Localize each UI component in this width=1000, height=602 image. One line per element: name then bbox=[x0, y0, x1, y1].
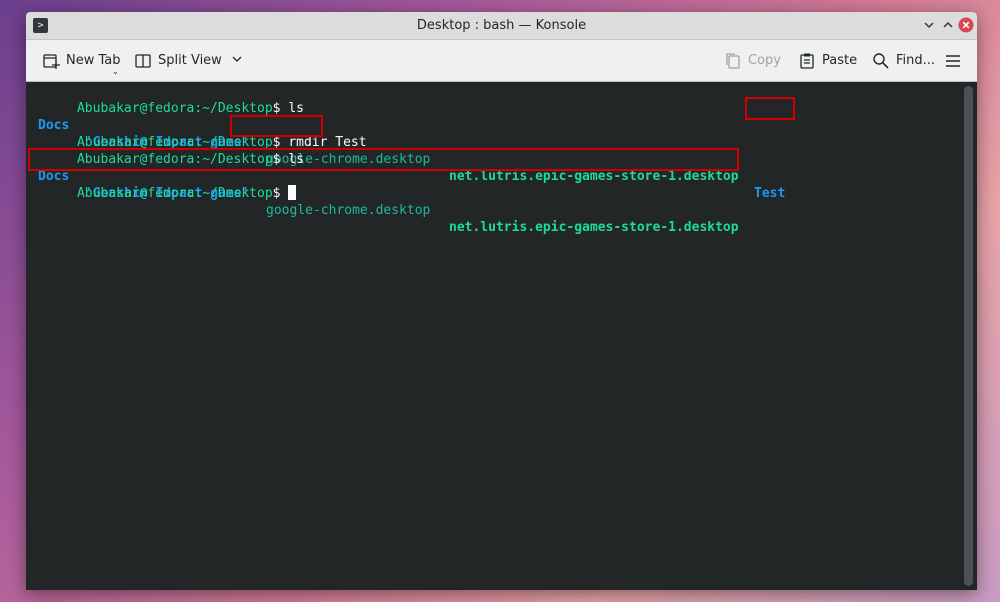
terminal-area[interactable]: Abubakar@fedora:~/Desktop$ ls Docs 'Gens… bbox=[26, 82, 977, 590]
text-cursor bbox=[288, 185, 297, 200]
new-tab-icon bbox=[42, 52, 60, 70]
scrollbar-thumb[interactable] bbox=[964, 86, 973, 586]
toolbar: New Tab ⌄ Split View Copy Paste Find... bbox=[26, 40, 977, 82]
prompt-sign: $ bbox=[272, 186, 289, 201]
paste-button[interactable]: Paste bbox=[798, 40, 857, 81]
prompt-path: :~/Desktop bbox=[194, 101, 273, 116]
split-view-label: Split View bbox=[158, 53, 222, 68]
terminal-line: Abubakar@fedora:~/Desktop$ ls bbox=[30, 83, 304, 116]
title-bar[interactable]: > Desktop : bash — Konsole bbox=[26, 12, 977, 40]
chevron-down-icon bbox=[924, 22, 934, 29]
hamburger-menu-button[interactable] bbox=[944, 40, 968, 81]
ls-item-lutris: net.lutris.epic-games-store-1.desktop bbox=[449, 220, 739, 235]
prompt-user: Abubakar@fedora bbox=[76, 186, 195, 201]
highlight-box-rmdir bbox=[230, 115, 323, 137]
new-tab-dropdown-icon[interactable]: ⌄ bbox=[112, 67, 119, 76]
command-text: ls bbox=[288, 101, 304, 116]
split-view-icon bbox=[134, 52, 152, 70]
highlight-box-test bbox=[745, 97, 795, 120]
ls-item-chrome: google-chrome.desktop bbox=[266, 203, 431, 218]
prompt-user: Abubakar@fedora bbox=[76, 101, 195, 116]
ls-item-test: Test bbox=[754, 186, 786, 201]
copy-button[interactable]: Copy bbox=[724, 40, 781, 81]
paste-label: Paste bbox=[822, 53, 858, 68]
copy-icon bbox=[724, 52, 742, 70]
window-title: Desktop : bash — Konsole bbox=[416, 18, 587, 33]
close-button[interactable] bbox=[958, 17, 974, 33]
split-view-button[interactable]: Split View bbox=[134, 40, 243, 81]
close-icon bbox=[958, 17, 974, 33]
find-label: Find... bbox=[896, 53, 936, 68]
ls-output-line: Docs 'Genshin Impact game' google-chrome… bbox=[30, 100, 785, 201]
chevron-down-icon[interactable] bbox=[231, 53, 243, 69]
prompt-path: :~/Desktop bbox=[194, 186, 273, 201]
find-button[interactable]: Find... bbox=[872, 40, 935, 81]
chevron-up-icon bbox=[943, 21, 953, 28]
new-tab-button[interactable]: New Tab bbox=[42, 40, 121, 81]
new-tab-label: New Tab bbox=[66, 53, 121, 68]
konsole-window: > Desktop : bash — Konsole New Tab ⌄ Spl… bbox=[26, 12, 977, 590]
highlight-box-ls-output bbox=[28, 148, 739, 171]
hamburger-icon bbox=[944, 52, 962, 70]
prompt-sign: $ bbox=[272, 101, 289, 116]
minimize-button[interactable] bbox=[921, 17, 937, 33]
paste-icon bbox=[798, 52, 816, 70]
copy-label: Copy bbox=[748, 53, 781, 68]
maximize-button[interactable] bbox=[940, 17, 956, 33]
vertical-scrollbar[interactable] bbox=[964, 86, 973, 586]
search-icon bbox=[872, 52, 890, 70]
